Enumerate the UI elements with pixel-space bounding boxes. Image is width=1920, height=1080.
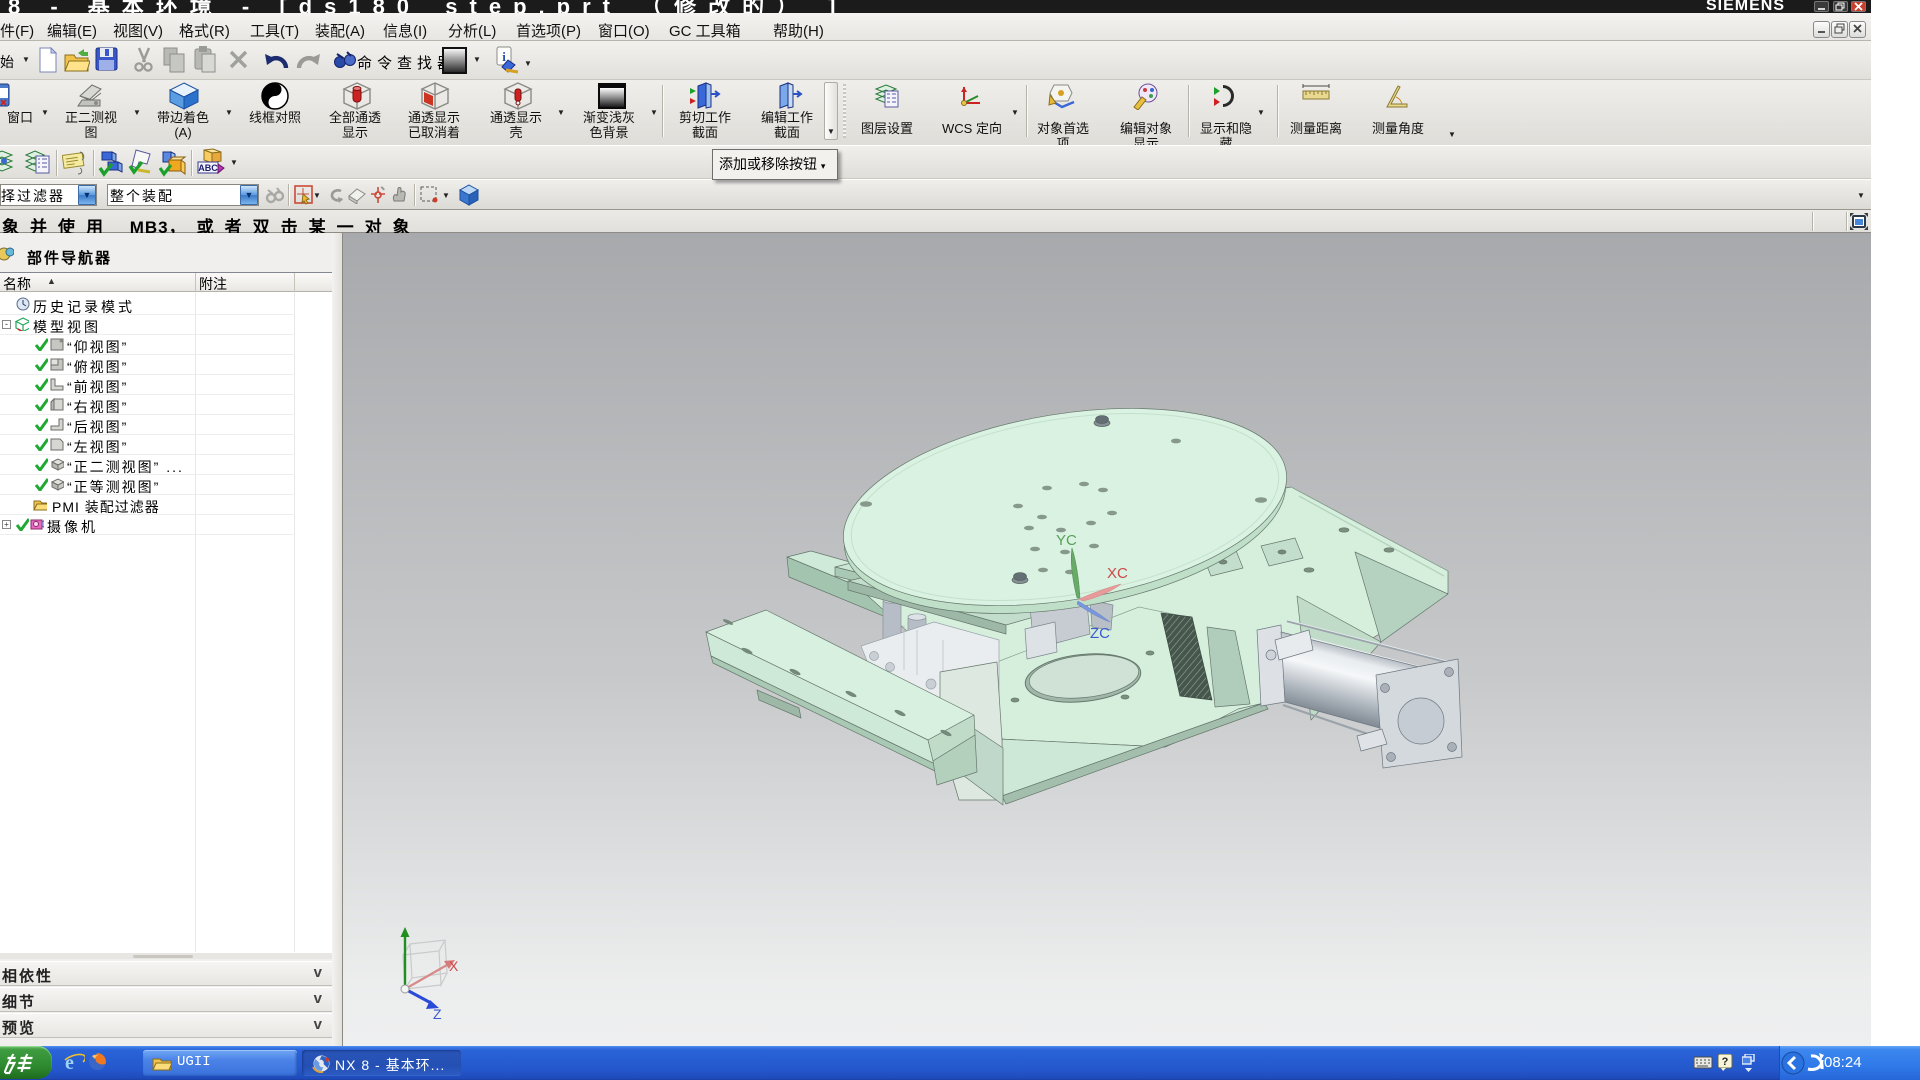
svg-text:Z: Z	[433, 1006, 442, 1022]
svg-text:ABC: ABC	[198, 163, 218, 173]
svg-text:ZC: ZC	[1090, 625, 1110, 642]
svg-text:X: X	[449, 958, 459, 974]
svg-text:XC: XC	[1107, 565, 1128, 582]
svg-text:YC: YC	[1056, 532, 1077, 549]
svg-text:?: ?	[1722, 1056, 1729, 1068]
svg-text:i: i	[502, 49, 506, 64]
